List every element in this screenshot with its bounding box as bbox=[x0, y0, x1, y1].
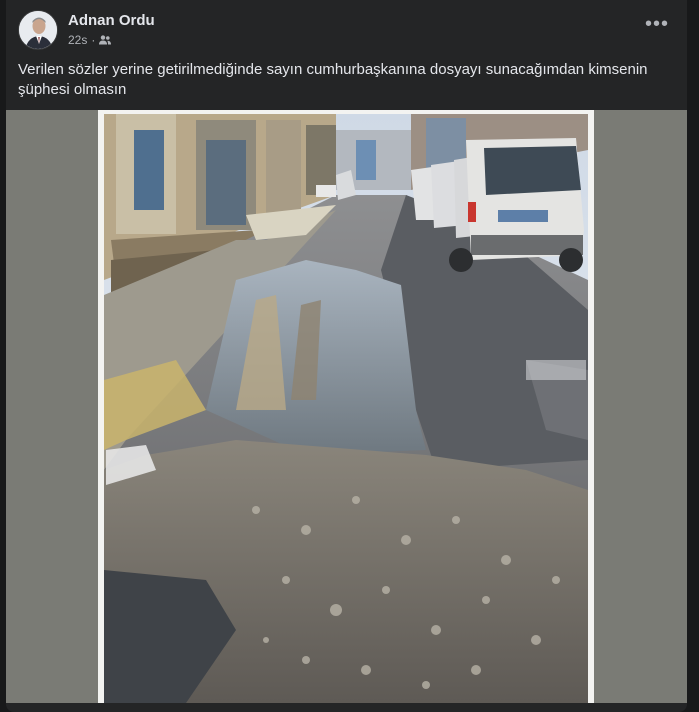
author-avatar[interactable] bbox=[18, 10, 58, 50]
author-name[interactable]: Adnan Ordu bbox=[68, 12, 155, 29]
street-puddle-photo bbox=[6, 110, 687, 703]
post-photo[interactable] bbox=[6, 110, 687, 703]
post-options-button[interactable]: ••• bbox=[639, 14, 675, 42]
post-timestamp[interactable]: 22s bbox=[68, 33, 87, 47]
post-meta: 22s · bbox=[68, 33, 112, 47]
post-text: Verilen sözler yerine getirilmediğinde s… bbox=[18, 61, 648, 98]
friends-icon[interactable] bbox=[99, 35, 112, 45]
meta-separator: · bbox=[91, 33, 96, 47]
post-card: Adnan Ordu 22s · ••• Verilen sözler yeri… bbox=[6, 0, 687, 712]
avatar-portrait-icon bbox=[19, 11, 57, 49]
post-header: Adnan Ordu 22s · ••• bbox=[18, 10, 675, 50]
